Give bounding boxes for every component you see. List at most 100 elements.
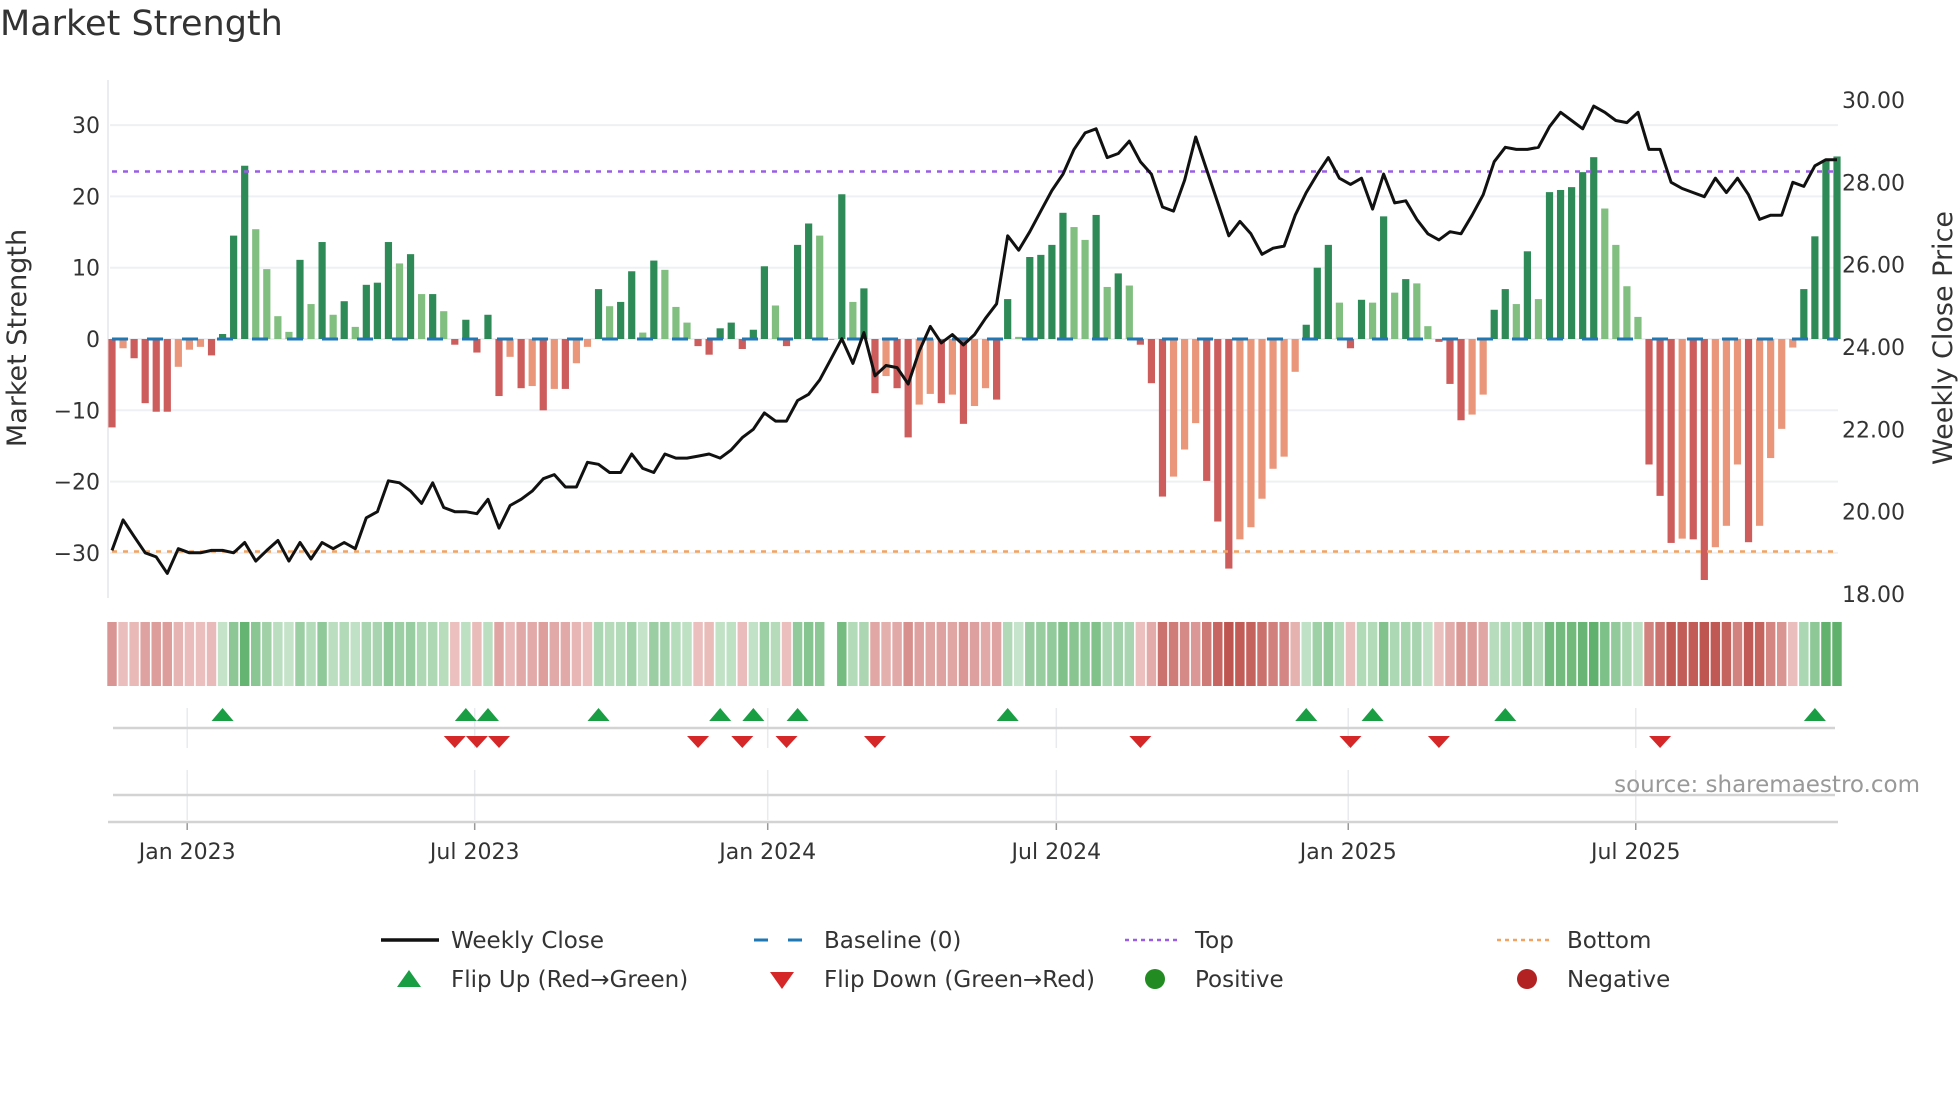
legend-label: Baseline (0) [824, 928, 961, 954]
heatmap-cell [1743, 622, 1754, 686]
strength-bar [1424, 326, 1432, 339]
y2-tick-label: 18.00 [1842, 583, 1905, 608]
strength-bar [307, 304, 315, 339]
flip-up-marker [454, 708, 477, 721]
heatmap-cell [1776, 622, 1787, 686]
heatmap-cell [837, 622, 847, 686]
strength-bar [1192, 339, 1200, 424]
heatmap-cell [1566, 622, 1577, 686]
heatmap-cell [704, 622, 714, 686]
strength-bar [1601, 208, 1609, 339]
heatmap-cell [1367, 622, 1378, 686]
heatmap-cell [991, 622, 1002, 686]
flip-up-marker [709, 708, 732, 721]
flip-down-marker [1339, 736, 1362, 748]
strength-bar [1391, 292, 1399, 339]
strength-bar [1579, 172, 1587, 339]
heatmap-cell [881, 622, 891, 686]
heatmap-cell [1002, 622, 1013, 686]
heatmap-cell [682, 622, 692, 686]
heatmap-cell [914, 622, 924, 686]
strength-bar [296, 259, 304, 339]
strength-bar [1767, 339, 1775, 459]
legend-label: Bottom [1567, 928, 1651, 954]
heatmap-cell [1279, 622, 1289, 686]
strength-bar [694, 339, 702, 347]
source-label: source: sharemaestro.com [1614, 772, 1920, 798]
heatmap-cell [1544, 622, 1555, 686]
heatmap-cell [439, 622, 449, 686]
strength-bar [1280, 339, 1288, 457]
strength-bar [1048, 244, 1056, 339]
flip-up-marker [211, 708, 234, 721]
heatmap-cell [814, 622, 825, 686]
heatmap-cell [1356, 622, 1367, 686]
heatmap-cell [1235, 622, 1245, 686]
market-strength-chart: 30 20 10 0 −10 −20 −30 30.00 28.00 26.00 24.00 22.0… [2, 80, 1959, 993]
strength-bar [893, 339, 901, 389]
heatmap-cell [239, 622, 250, 686]
heatmap-cell [638, 622, 648, 686]
strength-bar [1125, 285, 1133, 339]
x-tick-label: Jan 2024 [717, 840, 816, 865]
strength-bar [1744, 339, 1753, 543]
heatmap-cell [1190, 622, 1201, 686]
strength-bar [1457, 339, 1465, 421]
strength-bar [1833, 156, 1841, 339]
strength-bar [1158, 339, 1167, 497]
heatmap-cell [1732, 622, 1743, 686]
flip-down-marker [687, 736, 710, 748]
heatmap-cell [1423, 622, 1433, 686]
strength-bar [1446, 339, 1454, 384]
heatmap-cell [1754, 622, 1765, 686]
strength-bar [1755, 339, 1764, 526]
strength-bar [683, 322, 691, 339]
flip-down-marker [863, 736, 886, 748]
legend-label: Positive [1195, 967, 1284, 993]
strength-bar [418, 294, 426, 339]
strength-bar [506, 339, 514, 357]
strength-bar [1413, 283, 1421, 339]
strength-bar [705, 339, 713, 355]
x-tick-label: Jul 2025 [1589, 840, 1681, 865]
heatmap-cell [549, 622, 560, 686]
heatmap-cell [1721, 622, 1732, 686]
strength-bar [362, 284, 370, 339]
heatmap-cell [1246, 622, 1256, 686]
heatmap-cell [1710, 622, 1721, 686]
flip-up-marker [996, 708, 1019, 721]
heatmap-cell [1135, 622, 1146, 686]
y-tick-label: −10 [54, 399, 100, 424]
heatmap-cell [870, 622, 880, 686]
heatmap-cell [494, 622, 504, 686]
strength-bar [1678, 339, 1686, 539]
y-tick-label: −20 [54, 471, 100, 496]
strength-bar [1623, 286, 1631, 339]
x-tick-label: Jan 2023 [137, 840, 236, 865]
strength-bar [207, 339, 216, 356]
heatmap-cell [1312, 622, 1323, 686]
heatmap-cell [1600, 622, 1610, 686]
strength-bar [1037, 254, 1045, 339]
heatmap-cell [792, 622, 803, 686]
legend-label: Flip Up (Red→Green) [451, 967, 688, 993]
heatmap-cell [715, 622, 725, 686]
strength-bar [241, 165, 249, 339]
heatmap-cell [1821, 622, 1831, 686]
flip-down-marker [1129, 736, 1152, 748]
heatmap-cell [1467, 622, 1477, 686]
strength-bar [1313, 267, 1321, 339]
heatmap-cell [173, 622, 184, 686]
strength-bar [1147, 339, 1156, 384]
strength-bar [451, 339, 459, 345]
heatmap-cell [1577, 622, 1588, 686]
heatmap-cell [1224, 622, 1234, 686]
heatmap-cell [118, 622, 128, 686]
heatmap-cell [1666, 622, 1676, 686]
strength-bar [1004, 299, 1012, 339]
heatmap-cell [416, 622, 427, 686]
heatmap-cell [748, 622, 759, 686]
legend-label: Weekly Close [451, 928, 604, 954]
heatmap-cell [1301, 622, 1311, 686]
strength-bar [1247, 339, 1255, 528]
